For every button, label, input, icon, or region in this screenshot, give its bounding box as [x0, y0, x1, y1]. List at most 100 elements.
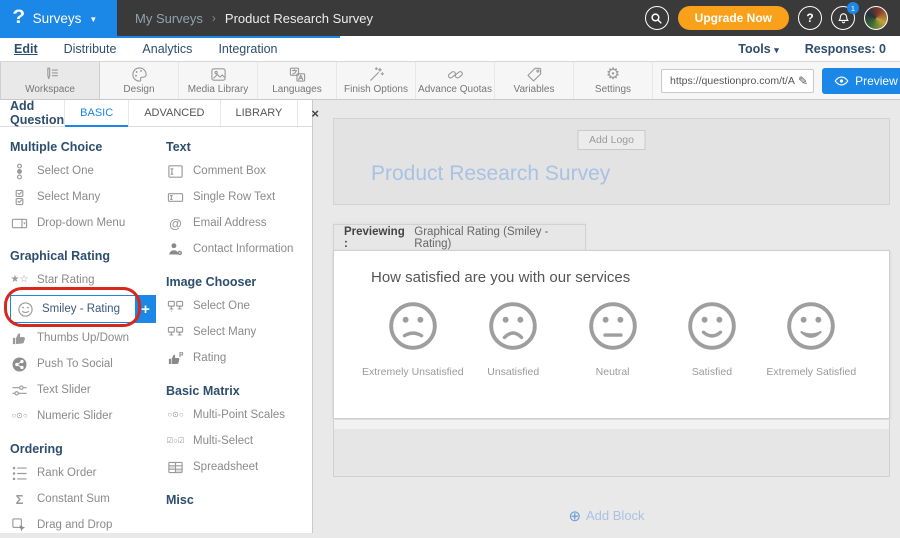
add-block-label: Add Block	[586, 508, 645, 523]
toolbar-advance-quotas[interactable]: Advance Quotas	[416, 62, 495, 99]
nav-tab-integration[interactable]: Integration	[218, 42, 277, 56]
question-type-numeric-slider[interactable]: ○⊙○Numeric Slider	[10, 403, 156, 429]
nav-tab-distribute[interactable]: Distribute	[64, 42, 117, 56]
question-type-thumbs-up-down[interactable]: Thumbs Up/Down	[10, 325, 156, 351]
survey-header-card[interactable]: Add Logo Product Research Survey	[333, 118, 890, 205]
smiley-option-unsatisfied[interactable]: Unsatisfied	[464, 301, 563, 378]
preview-button[interactable]: Preview	[822, 68, 900, 94]
workspace-icon	[42, 66, 59, 83]
add-logo-button[interactable]: Add Logo	[577, 130, 646, 150]
smiley-option-satisfied[interactable]: Satisfied	[662, 301, 761, 378]
multi-point-icon: ○⊙○	[166, 407, 185, 424]
add-question-plus-button[interactable]: +	[135, 295, 156, 323]
question-type-select-many[interactable]: Select Many	[166, 319, 312, 345]
breadcrumb-my-surveys[interactable]: My Surveys	[135, 11, 203, 26]
section-title-ordering: Ordering	[10, 442, 156, 456]
radio-list-icon	[10, 163, 29, 180]
question-column-1: Multiple ChoiceSelect OneSelect ManyDrop…	[0, 127, 156, 538]
question-type-select-one[interactable]: Select One	[10, 158, 156, 184]
smiley-option-label: Unsatisfied	[487, 366, 539, 378]
toolbar-languages[interactable]: Languages	[258, 62, 337, 99]
smiley-option-extremely-satisfied[interactable]: Extremely Satisfied	[762, 301, 861, 378]
survey-url-box: ✎	[661, 69, 814, 93]
question-type-select-one[interactable]: Select One	[166, 293, 312, 319]
question-type-single-row-text[interactable]: Single Row Text	[166, 184, 312, 210]
plus-circle-icon: ⊕	[568, 508, 581, 525]
selected-question-type[interactable]: Smiley - Rating+	[10, 295, 156, 323]
panel-tab-library[interactable]: LIBRARY	[220, 100, 298, 126]
question-type-text-slider[interactable]: Text Slider	[10, 377, 156, 403]
thumb-rating-icon	[166, 350, 185, 367]
surveys-product-menu[interactable]: ? Surveys ▼	[0, 0, 117, 36]
toolbar-variables[interactable]: Variables	[495, 62, 574, 99]
preview-label: Preview	[855, 74, 898, 88]
section-title-image-chooser: Image Chooser	[166, 275, 312, 289]
toolbar-settings[interactable]: ⚙Settings	[574, 62, 653, 99]
question-type-rating[interactable]: Rating	[166, 345, 312, 371]
smiley-smile-icon	[687, 301, 737, 356]
survey-url-input[interactable]	[670, 75, 798, 87]
toolbar-finish-options[interactable]: Finish Options	[337, 62, 416, 99]
search-button[interactable]	[645, 6, 669, 30]
smiley-grin-icon	[786, 301, 836, 356]
question-type-push-to-social[interactable]: Push To Social	[10, 351, 156, 377]
question-type-drop-down-menu[interactable]: Drop-down Menu	[10, 210, 156, 236]
add-block-button[interactable]: ⊕ Add Block	[313, 507, 900, 525]
question-type-constant-sum[interactable]: ΣConstant Sum	[10, 486, 156, 512]
smiley-neutral-icon	[588, 301, 638, 356]
image-one-icon	[166, 298, 185, 315]
panel-tab-basic[interactable]: BASIC	[64, 100, 128, 126]
question-type-rank-order[interactable]: Rank Order	[10, 460, 156, 486]
help-button[interactable]: ?	[798, 6, 822, 30]
toolbar-label: Languages	[272, 84, 322, 95]
question-type-email-address[interactable]: @Email Address	[166, 210, 312, 236]
questionpro-logo: ?	[12, 7, 25, 29]
upgrade-now-button[interactable]: Upgrade Now	[678, 6, 789, 30]
survey-title[interactable]: Product Research Survey	[371, 162, 610, 186]
toolbar-workspace[interactable]: Workspace	[0, 62, 100, 99]
at-icon: @	[166, 215, 185, 232]
nav-tab-analytics[interactable]: Analytics	[142, 42, 192, 56]
question-type-smiley-rating[interactable]: Smiley - Rating+	[10, 293, 156, 325]
sliders-icon	[10, 382, 29, 399]
toolbar-label: Advance Quotas	[418, 84, 492, 95]
question-type-drag-and-drop[interactable]: Drag and Drop	[10, 512, 156, 538]
chevron-down-icon: ▼	[89, 15, 97, 24]
question-type-star-rating[interactable]: ★☆Star Rating	[10, 267, 156, 293]
question-type-multi-point-scales[interactable]: ○⊙○Multi-Point Scales	[166, 402, 312, 428]
question-type-label: Select Many	[37, 191, 100, 203]
question-type-multi-select[interactable]: ☑○☑Multi-Select	[166, 428, 312, 454]
question-type-spreadsheet[interactable]: Spreadsheet	[166, 454, 312, 480]
section-title-graphical-rating: Graphical Rating	[10, 249, 156, 263]
finish-options-icon	[368, 66, 385, 83]
smiley-option-neutral[interactable]: Neutral	[563, 301, 662, 378]
close-panel-button[interactable]: ×	[297, 100, 332, 126]
responses-count[interactable]: Responses: 0	[805, 42, 886, 56]
nav-right: Tools ▾ Responses: 0	[738, 42, 900, 56]
edit-url-icon[interactable]: ✎	[798, 74, 808, 88]
share-icon	[10, 356, 29, 373]
notifications-button[interactable]: 1	[831, 6, 855, 30]
avatar[interactable]	[864, 6, 888, 30]
question-type-label: Rank Order	[37, 467, 96, 479]
question-type-label: Select One	[193, 300, 250, 312]
toolbar-design[interactable]: Design	[100, 62, 179, 99]
question-type-select-many[interactable]: Select Many	[10, 184, 156, 210]
design-icon	[131, 66, 148, 83]
question-type-label: Comment Box	[193, 165, 266, 177]
toolbar-items: WorkspaceDesign Media Library Languages Fin…	[0, 62, 653, 99]
toolbar-media-library[interactable]: Media Library	[179, 62, 258, 99]
question-type-label: Select Many	[193, 326, 256, 338]
panel-tab-advanced[interactable]: ADVANCED	[128, 100, 219, 126]
smiley-icon	[16, 301, 35, 318]
contact-icon	[166, 241, 185, 258]
nav-tab-edit[interactable]: Edit	[14, 42, 38, 56]
smiley-option-extremely-unsatisfied[interactable]: Extremely Unsatisfied	[362, 301, 464, 378]
question-text[interactable]: How satisfied are you with our services	[371, 269, 630, 286]
toolbar-label: Media Library	[188, 84, 249, 95]
tools-menu[interactable]: Tools ▾	[738, 42, 778, 56]
dropdown-icon	[10, 215, 29, 232]
question-type-contact-information[interactable]: Contact Information	[166, 236, 312, 262]
question-type-label: Drag and Drop	[37, 519, 112, 531]
question-type-comment-box[interactable]: Comment Box	[166, 158, 312, 184]
